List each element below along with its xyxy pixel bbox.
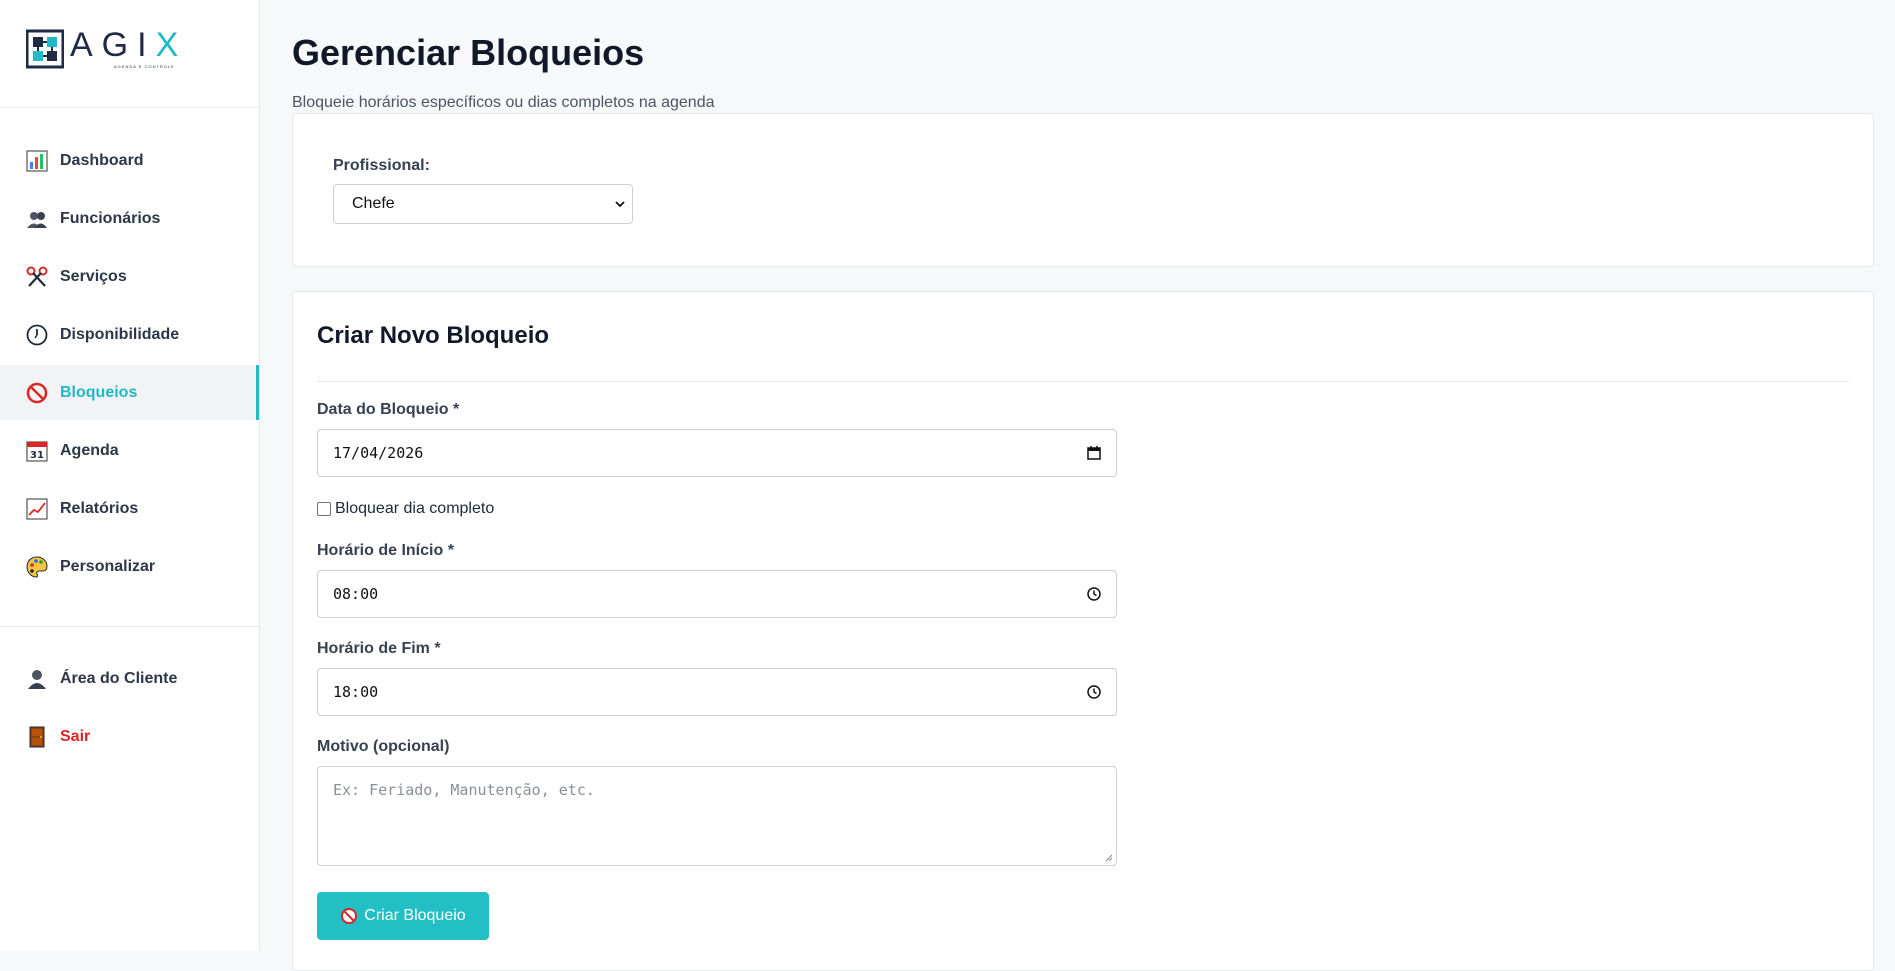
clock-picker-icon[interactable] bbox=[1086, 684, 1102, 700]
sidebar-item-bloqueios[interactable]: Bloqueios bbox=[0, 365, 259, 420]
palette-icon bbox=[26, 555, 48, 578]
end-time-label: Horário de Fim * bbox=[317, 640, 441, 657]
sidebar-item-label: Relatórios bbox=[60, 499, 139, 517]
start-time-value: 08:00 bbox=[333, 585, 379, 603]
sidebar-item-label: Sair bbox=[60, 727, 91, 745]
prohibited-icon bbox=[340, 907, 358, 925]
resize-grip-icon[interactable] bbox=[1105, 854, 1113, 862]
sidebar-item-dashboard[interactable]: Dashboard bbox=[0, 133, 259, 188]
chevron-down-icon bbox=[615, 201, 625, 208]
sidebar-item-relatorios[interactable]: Relatórios bbox=[0, 481, 259, 536]
calendar-icon: 31 bbox=[26, 440, 48, 462]
brand-name: AGIX bbox=[70, 26, 188, 64]
create-block-label: Criar Bloqueio bbox=[364, 907, 466, 924]
sidebar-item-personalizar[interactable]: Personalizar bbox=[0, 539, 259, 594]
sidebar: AGIX AGENDA E CONTROLE Dashboard Funcion… bbox=[0, 0, 260, 951]
sidebar-item-label: Serviços bbox=[60, 267, 127, 285]
calendar-picker-icon[interactable] bbox=[1086, 445, 1102, 461]
create-block-button[interactable]: Criar Bloqueio bbox=[317, 892, 489, 940]
full-day-label: Bloquear dia completo bbox=[335, 500, 495, 517]
clock-picker-icon[interactable] bbox=[1086, 586, 1102, 602]
people-icon bbox=[26, 208, 48, 230]
sidebar-item-label: Agenda bbox=[60, 441, 119, 459]
reason-label: Motivo (opcional) bbox=[317, 738, 450, 755]
professional-card: Profissional: Chefe bbox=[292, 113, 1874, 267]
professional-selected-value: Chefe bbox=[352, 195, 395, 212]
calendar-day-text: 31 bbox=[30, 450, 44, 461]
sidebar-item-disponibilidade[interactable]: Disponibilidade bbox=[0, 307, 259, 362]
sidebar-item-label: Disponibilidade bbox=[60, 325, 180, 343]
section-title: Criar Novo Bloqueio bbox=[317, 322, 550, 349]
page-title: Gerenciar Bloqueios bbox=[292, 32, 645, 73]
prohibited-icon bbox=[26, 382, 48, 404]
brand-tagline: AGENDA E CONTROLE bbox=[114, 64, 175, 69]
end-time-value: 18:00 bbox=[333, 683, 379, 701]
sidebar-item-label: Personalizar bbox=[60, 557, 156, 575]
reason-placeholder: Ex: Feriado, Manutenção, etc. bbox=[333, 781, 595, 799]
full-day-row[interactable]: Bloquear dia completo bbox=[317, 500, 1849, 518]
sidebar-item-servicos[interactable]: Serviços bbox=[0, 249, 259, 304]
new-block-card: Criar Novo Bloqueio Data do Bloqueio * 1… bbox=[292, 291, 1874, 971]
user-icon bbox=[26, 668, 48, 690]
sidebar-item-label: Dashboard bbox=[60, 151, 144, 169]
clock-icon bbox=[26, 324, 48, 346]
date-input[interactable]: 17/04/2026 bbox=[317, 429, 1117, 477]
main-content: Gerenciar Bloqueios Bloqueie horários es… bbox=[292, 0, 1874, 971]
line-chart-icon bbox=[26, 497, 48, 520]
door-icon bbox=[26, 726, 48, 748]
sidebar-item-area-do-cliente[interactable]: Área do Cliente bbox=[0, 651, 259, 706]
reason-textarea[interactable]: Ex: Feriado, Manutenção, etc. bbox=[317, 766, 1117, 866]
start-time-label: Horário de Início * bbox=[317, 542, 454, 559]
professional-select[interactable]: Chefe bbox=[333, 184, 633, 224]
logo-mark-icon bbox=[26, 29, 64, 68]
sidebar-item-label: Funcionários bbox=[60, 209, 161, 227]
section-divider bbox=[317, 381, 1849, 382]
date-value: 17/04/2026 bbox=[333, 444, 424, 462]
logo-area: AGIX AGENDA E CONTROLE bbox=[0, 0, 259, 108]
sidebar-item-funcionarios[interactable]: Funcionários bbox=[0, 191, 259, 246]
sidebar-item-label: Bloqueios bbox=[60, 383, 138, 401]
page-subtitle: Bloqueie horários específicos ou dias co… bbox=[292, 94, 715, 111]
sidebar-divider bbox=[0, 626, 259, 627]
sidebar-item-label: Área do Cliente bbox=[60, 669, 178, 687]
full-day-checkbox[interactable] bbox=[317, 502, 331, 516]
sidebar-item-agenda[interactable]: 31 Agenda bbox=[0, 423, 259, 478]
sidebar-nav: Dashboard Funcionários Serviços Disponib… bbox=[0, 108, 259, 764]
brand-logo[interactable]: AGIX AGENDA E CONTROLE bbox=[26, 28, 187, 69]
sidebar-item-sair[interactable]: Sair bbox=[0, 709, 259, 764]
date-label: Data do Bloqueio * bbox=[317, 401, 460, 418]
start-time-input[interactable]: 08:00 bbox=[317, 570, 1117, 618]
scissors-icon bbox=[26, 266, 48, 288]
end-time-input[interactable]: 18:00 bbox=[317, 668, 1117, 716]
professional-label: Profissional: bbox=[333, 157, 430, 174]
bar-chart-icon bbox=[26, 149, 48, 172]
